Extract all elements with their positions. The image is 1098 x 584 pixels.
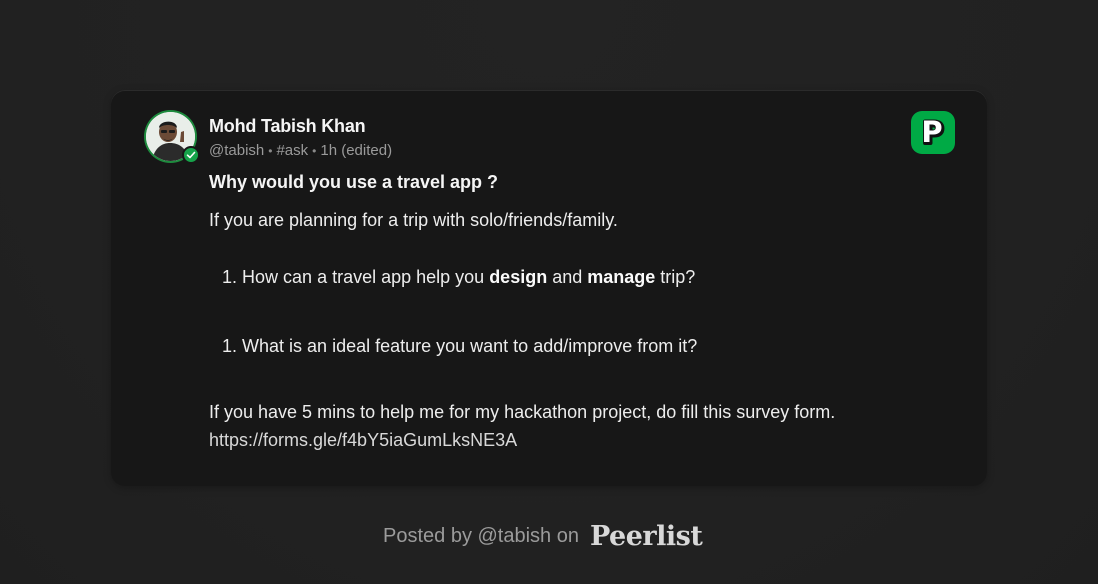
list-text: and [547, 267, 588, 287]
survey-link[interactable]: https://forms.gle/f4bY5iaGumLksNE3A [209, 430, 517, 451]
post-intro: If you are planning for a trip with solo… [209, 210, 618, 230]
list-number: 1. [222, 336, 238, 356]
post-tag[interactable]: #ask [276, 142, 308, 159]
list-text: What is an ideal feature you want to add… [242, 336, 698, 356]
list-bold: design [489, 267, 548, 287]
verified-check-icon [182, 146, 200, 164]
author-handle[interactable]: @tabish [209, 142, 264, 159]
peerlist-logo-icon[interactable]: P P [911, 111, 955, 154]
meta-separator: • [268, 143, 273, 158]
post-title: Why would you use a travel app ? [209, 172, 499, 192]
footer-brand-logo[interactable]: Peerlist [590, 521, 703, 552]
list-item: 1. How can a travel app help you design … [222, 267, 695, 288]
author-name[interactable]: Mohd Tabish Khan [209, 116, 366, 137]
post-card: Mohd Tabish Khan @tabish • #ask • 1h (ed… [111, 90, 987, 486]
list-text: trip? [655, 267, 696, 287]
avatar[interactable] [144, 110, 200, 164]
list-number: 1. [222, 267, 238, 287]
embed-page: Mohd Tabish Khan @tabish • #ask • 1h (ed… [0, 0, 1098, 584]
footer-text: Posted by @tabish on [383, 524, 579, 547]
list-bold: manage [587, 267, 656, 287]
post-time: 1h (edited) [320, 142, 393, 159]
meta-separator: • [312, 143, 317, 158]
list-item: 1. What is an ideal feature you want to … [222, 336, 697, 357]
list-text: How can a travel app help you [242, 267, 490, 287]
post-meta: @tabish • #ask • 1h (edited) [209, 142, 392, 159]
post-closing: If you have 5 mins to help me for my hac… [209, 402, 836, 422]
logo-letter: P [921, 115, 942, 149]
footer: Posted by @tabish on Peerlist [383, 520, 703, 552]
